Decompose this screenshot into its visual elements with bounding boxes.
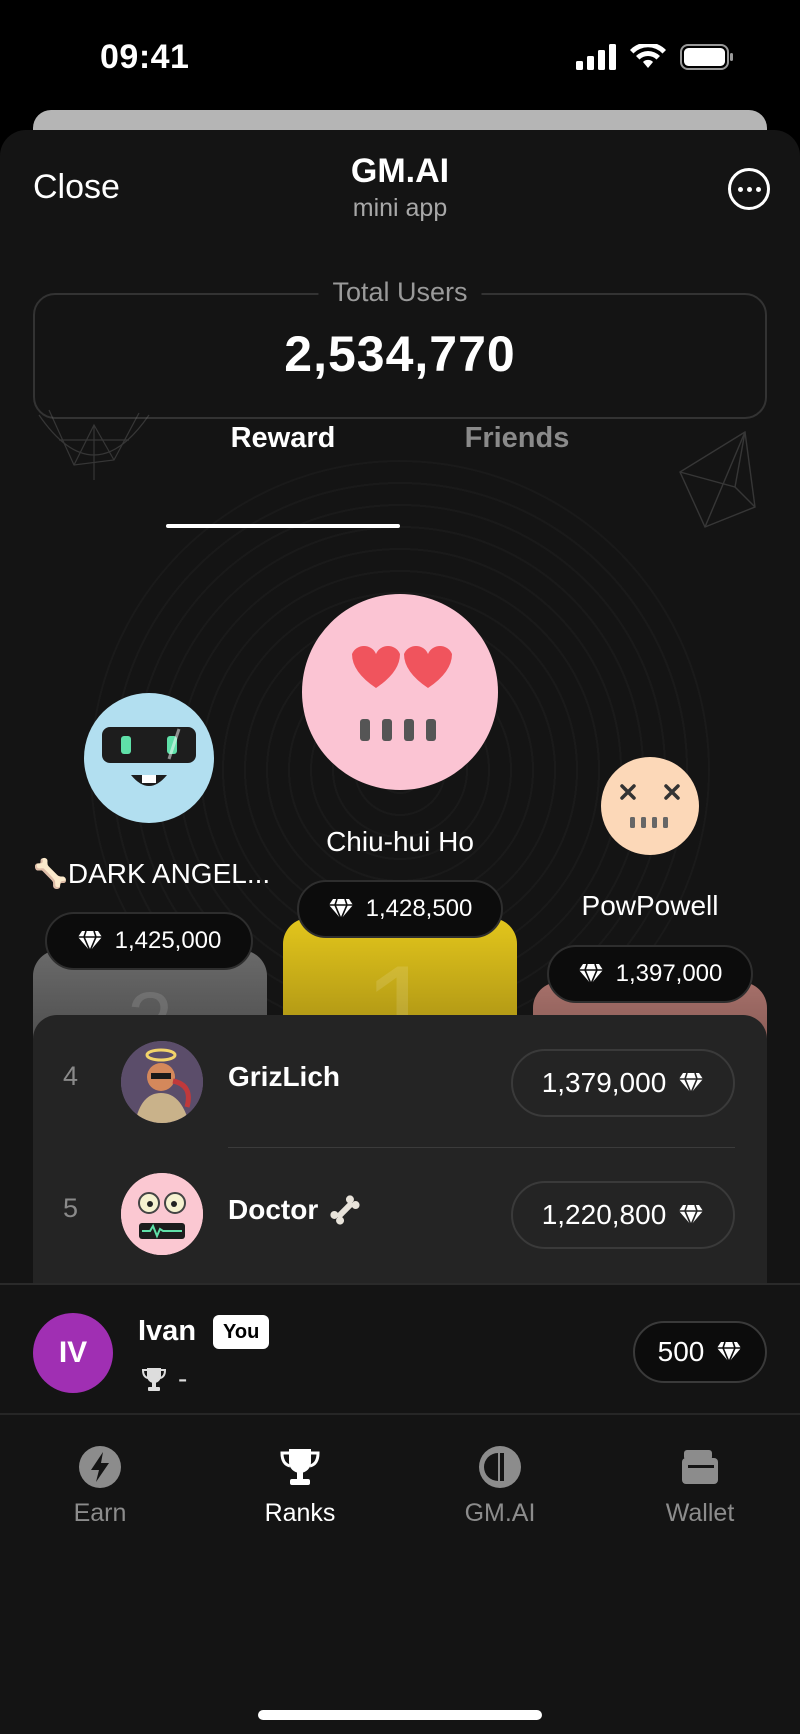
dizzy-face-icon [620,784,680,828]
avatar [121,1173,203,1255]
podium-name-1: Chiu-hui Ho [326,826,474,857]
wireframe-diamond-decoration [679,430,756,528]
list-score: 1,379,000 [511,1049,735,1117]
total-users-value: 2,534,770 [284,326,516,382]
podium-name-3: PowPowell [581,890,719,921]
podium-avatar-2[interactable] [84,693,214,823]
list-score: 1,220,800 [511,1181,735,1249]
app-title: GM.AI [350,152,450,190]
my-rank-bar: IV Ivan You - 500 [0,1283,800,1413]
bone-icon [330,1195,360,1225]
tab-friends[interactable]: Friends [400,422,634,455]
avatar: IV [33,1313,113,1393]
podium-score-3: 1,397,000 [547,945,753,1003]
list-rank: 4 [63,1061,79,1091]
nav-gmai[interactable]: GM.AI [420,1445,580,1528]
trophy-icon [141,1368,167,1391]
list-rank: 5 [63,1193,79,1223]
heart-eyes-face-icon [352,646,452,741]
total-users-box: Total Users 2,534,770 [33,277,767,419]
wireframe-sphere-decoration [38,409,150,480]
status-bar: 09:41 [0,0,800,110]
list-item[interactable]: 4 GrizLich 1,379,000 [33,1015,767,1147]
status-time: 09:41 [100,38,190,76]
diamond-icon [717,1341,742,1363]
wallet-icon [682,1450,718,1484]
robot-face-icon [102,727,196,786]
status-icons [576,44,734,70]
angel-character-icon [121,1041,203,1123]
you-badge: You [213,1315,270,1349]
doctor-face-icon [121,1173,203,1255]
list-item[interactable]: 5 Doctor 1,220,800 [33,1147,767,1279]
home-indicator [258,1710,542,1720]
gmai-logo-icon [479,1446,521,1488]
cellular-signal-icon [576,44,616,70]
tab-reward[interactable]: Reward [166,422,400,455]
my-score: 500 [633,1321,767,1383]
my-rank: - [140,1363,187,1395]
list-name: Doctor [228,1193,362,1227]
nav-earn[interactable]: Earn [20,1445,180,1528]
diamond-icon [679,1204,704,1226]
diamond-icon [328,898,353,920]
app-subtitle: mini app [352,194,448,222]
bottom-tab-bar: Earn Ranks GM.AI Wallet [0,1413,800,1604]
lightning-icon [79,1446,121,1488]
more-dot-icon [746,186,752,192]
podium-name-2: 🦴DARK ANGEL... [33,858,271,889]
wifi-icon [630,44,666,68]
leaderboard-list: 4 GrizLich 1,379,000 5 Doctor 1,220,800 [33,1015,767,1315]
more-options-button[interactable] [728,168,770,210]
list-name: GrizLich [228,1061,341,1092]
diamond-icon [77,930,102,952]
my-name: Ivan [138,1315,197,1347]
mini-app-sheet: Close GM.AI mini app Total Users 2,534,7… [0,130,800,1734]
diamond-icon [578,963,603,985]
more-dot-icon [755,186,761,192]
nav-wallet[interactable]: Wallet [620,1445,780,1528]
battery-icon [680,44,733,70]
podium-avatar-3[interactable] [601,757,699,855]
diamond-icon [679,1072,704,1094]
podium-score-2: 1,425,000 [45,912,253,970]
trophy-icon [280,1449,320,1485]
avatar [121,1041,203,1123]
more-dot-icon [737,186,743,192]
podium-avatar-1[interactable] [302,594,498,790]
podium-score-1: 1,428,500 [297,880,503,938]
nav-ranks[interactable]: Ranks [220,1445,380,1528]
total-users-label: Total Users [318,277,482,308]
row-divider [228,1147,735,1148]
